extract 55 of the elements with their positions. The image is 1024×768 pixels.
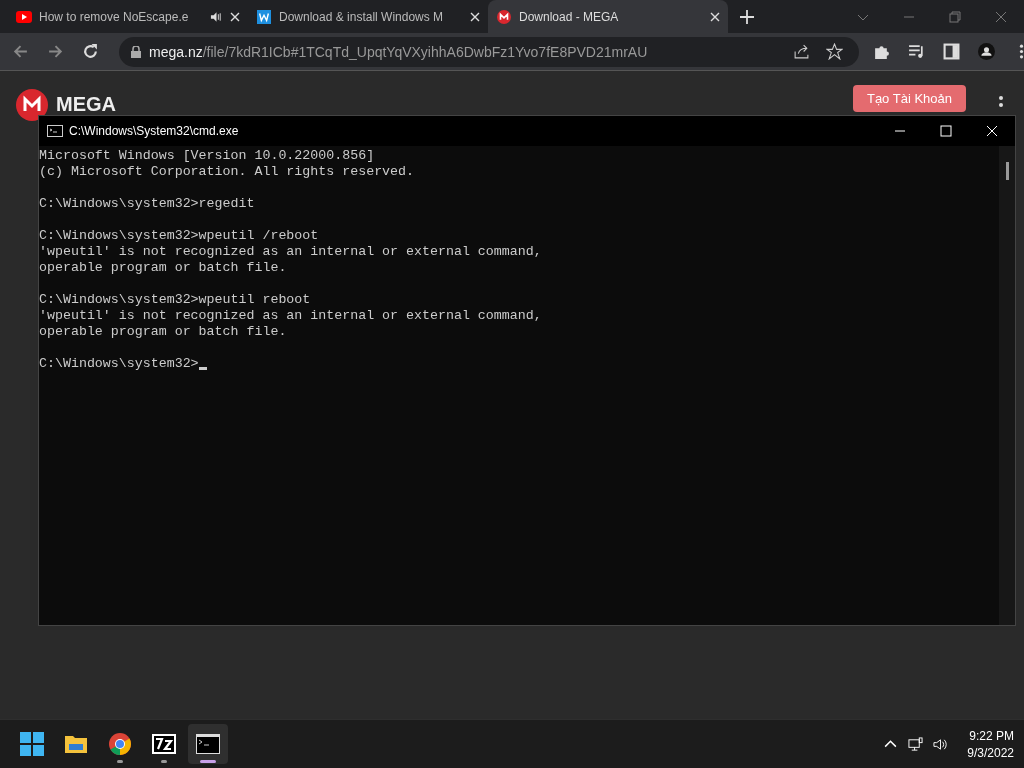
close-icon[interactable]	[230, 11, 240, 22]
browser-tab[interactable]: Download & install Windows M	[248, 0, 488, 33]
reload-icon[interactable]	[82, 43, 99, 60]
browser-tab[interactable]: How to remove NoEscape.e	[8, 0, 248, 33]
play-icon	[16, 9, 32, 24]
console-line: Microsoft Windows [Version 10.0.22000.856]	[39, 148, 375, 164]
share-icon[interactable]	[793, 43, 810, 60]
tab-title: Download & install Windows M	[279, 9, 445, 24]
logo-text: MEGA	[56, 93, 116, 116]
tab-title: Download - MEGA	[519, 9, 620, 24]
w-icon	[256, 9, 272, 24]
console-line: C:\Windows\system32>	[39, 356, 199, 372]
profile-icon[interactable]	[978, 43, 995, 60]
browser-tab[interactable]: Download - MEGA	[488, 0, 728, 33]
scrollbar-thumb[interactable]	[1005, 162, 1009, 180]
console-line: C:\Windows\system32>regedit	[39, 196, 255, 212]
time-text: 9:22 PM	[969, 728, 1014, 743]
console-line: operable program or batch file.	[39, 324, 287, 340]
lock-icon	[131, 45, 141, 58]
console-line: C:\Windows\system32>wpeutil /reboot	[39, 228, 319, 244]
address-bar[interactable]: mega.nz/file/7kdR1ICb#1TCqTd_UpqtYqVXyihhA6DwbFz1Yvo7fE8PVD21mrAU	[119, 36, 859, 67]
back-icon[interactable]	[12, 43, 29, 60]
restore-icon[interactable]	[948, 9, 962, 24]
clock[interactable]: 9:22 PM 9/3/2022	[967, 728, 1014, 760]
console-icon	[47, 125, 63, 137]
console-line: (c) Microsoft Corporation. All rights reserved.	[39, 164, 415, 180]
console-line: operable program or batch file.	[39, 260, 287, 276]
m-logo-icon	[496, 9, 512, 24]
m-logo-icon	[16, 89, 48, 121]
close-icon[interactable]	[710, 11, 720, 22]
date-text: 9/3/2022	[967, 745, 1014, 760]
tab-title: How to remove NoEscape.e	[39, 9, 190, 24]
star-icon[interactable]	[826, 43, 843, 60]
text-cursor	[198, 367, 207, 370]
close-icon[interactable]	[470, 11, 480, 22]
playlist-icon[interactable]	[908, 43, 925, 60]
url-text: mega.nz/file/7kdR1ICb#1TCqTd_UpqtYqVXyihhA6DwbFz1Yvo7fE8PVD21mrAU	[149, 43, 648, 60]
puzzle-icon[interactable]	[873, 43, 890, 60]
scrollbar[interactable]	[999, 146, 1015, 625]
windows-icon	[20, 732, 44, 756]
speaker-icon[interactable]	[210, 10, 223, 23]
forward-icon[interactable]	[47, 43, 64, 60]
console-icon	[196, 732, 220, 756]
window-title: C:\Windows\System32\cmd.exe	[69, 124, 239, 138]
network-icon[interactable]	[908, 736, 924, 752]
archive-icon	[152, 732, 176, 756]
speaker-icon[interactable]	[933, 736, 949, 752]
taskbar-app[interactable]	[188, 724, 228, 764]
console-line: 'wpeutil' is not recognized as an internal or external command,	[39, 308, 542, 324]
new-tab-icon[interactable]	[740, 9, 754, 24]
side-panel-icon[interactable]	[943, 43, 960, 60]
console-line: 'wpeutil' is not recognized as an internal or external command,	[39, 244, 542, 260]
chrome-icon	[108, 732, 132, 756]
maximize-icon[interactable]	[940, 125, 952, 137]
console-line: C:\Windows\system32>wpeutil reboot	[39, 292, 311, 308]
